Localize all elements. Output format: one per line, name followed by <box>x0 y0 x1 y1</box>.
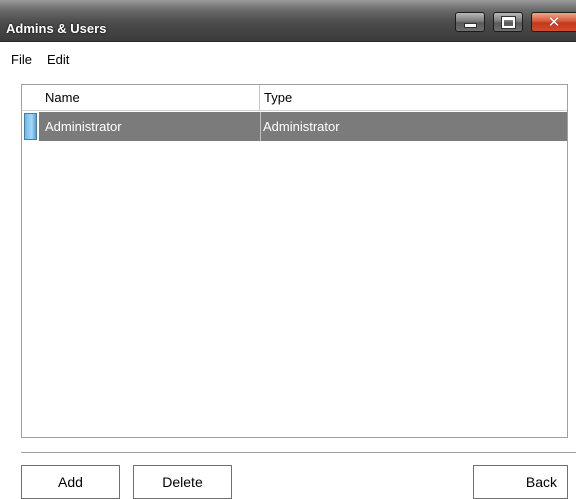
column-header-name[interactable]: Name <box>42 85 260 110</box>
row-selection-marker <box>24 113 37 140</box>
maximize-icon <box>500 15 516 29</box>
minimize-button[interactable] <box>455 12 485 32</box>
minimize-icon <box>463 22 477 28</box>
maximize-button[interactable] <box>493 12 523 32</box>
title-bar[interactable]: Admins & Users ✕ <box>0 0 576 42</box>
table-row[interactable]: Administrator Administrator <box>22 112 567 141</box>
menu-bar: File Edit <box>0 43 576 77</box>
add-button[interactable]: Add <box>21 465 120 499</box>
close-icon: ✕ <box>547 13 561 31</box>
column-header-type[interactable]: Type <box>261 85 561 110</box>
menu-file[interactable]: File <box>11 52 32 67</box>
divider <box>21 452 576 453</box>
window-title: Admins & Users <box>6 21 107 36</box>
list-header: Name Type <box>22 85 567 111</box>
cell-name: Administrator <box>39 112 261 141</box>
menu-edit[interactable]: Edit <box>47 52 69 67</box>
cell-type: Administrator <box>263 119 340 134</box>
close-button[interactable]: ✕ <box>531 12 576 32</box>
users-list[interactable]: Name Type Administrator Administrator <box>21 84 568 438</box>
row-cells[interactable]: Administrator Administrator <box>39 112 567 141</box>
delete-button[interactable]: Delete <box>133 465 232 499</box>
back-button[interactable]: Back <box>473 465 568 499</box>
